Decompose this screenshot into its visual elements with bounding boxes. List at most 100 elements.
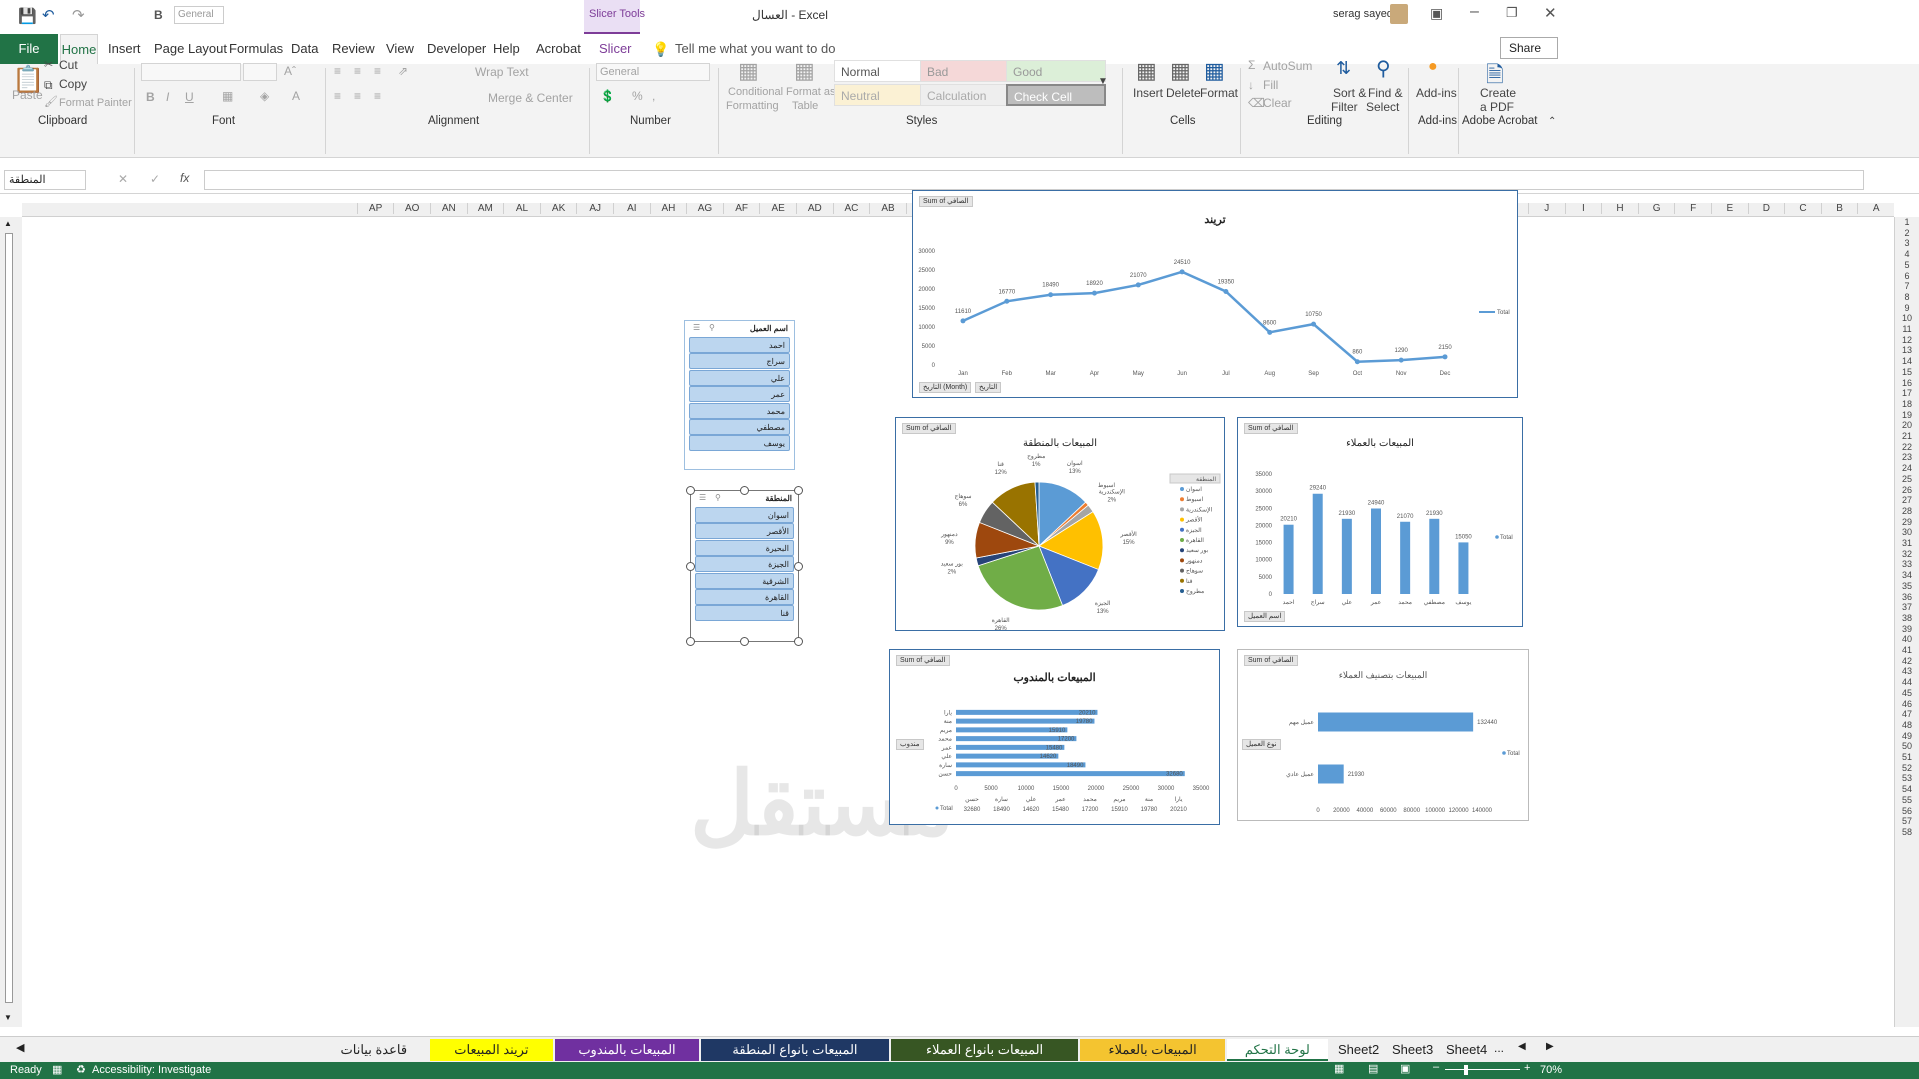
bar[interactable] [1341, 518, 1352, 594]
conditional-formatting-button-2[interactable]: Formatting [726, 100, 779, 112]
collapse-ribbon-icon[interactable]: ⌃ [1548, 116, 1556, 127]
chart-region-pie[interactable]: Sum of الصافي المبيعات بالمنطقة اسوان 13%… [895, 417, 1225, 631]
tab-developer[interactable]: Developer [427, 34, 486, 64]
sheet-tab[interactable]: المبيعات بالعملاء [1080, 1039, 1225, 1061]
data-point[interactable] [1223, 288, 1229, 294]
bar[interactable] [956, 718, 1095, 724]
column-header-cell[interactable]: AK [539, 203, 577, 214]
row-header-cell[interactable]: 38 [1895, 613, 1919, 623]
data-point[interactable] [1442, 354, 1448, 360]
find-select-icon[interactable]: ⚲ [1376, 56, 1391, 81]
align-bottom-icon[interactable]: ≡ [374, 64, 381, 78]
column-header-cell[interactable]: D [1747, 203, 1785, 214]
data-point[interactable] [1398, 357, 1404, 363]
formula-input[interactable] [204, 170, 1864, 190]
row-header-cell[interactable]: 37 [1895, 602, 1919, 612]
data-point[interactable] [1048, 292, 1054, 298]
row-header-cell[interactable]: 33 [1895, 559, 1919, 569]
column-header-cell[interactable]: AF [722, 203, 760, 214]
fill-button[interactable]: Fill [1263, 78, 1278, 92]
row-header-cell[interactable]: 35 [1895, 581, 1919, 591]
minimize-icon[interactable]: – [1470, 3, 1479, 21]
sheet-tab[interactable]: لوحة التحكم [1226, 1039, 1328, 1061]
conditional-formatting-icon[interactable]: ▦ [738, 58, 759, 84]
row-header-cell[interactable]: 47 [1895, 709, 1919, 719]
multi-select-icon[interactable]: ☰ [693, 323, 700, 332]
multi-select-icon[interactable]: ☰ [699, 493, 706, 502]
tab-view[interactable]: View [386, 34, 414, 64]
accessibility-icon[interactable]: ♻ [76, 1063, 86, 1076]
column-header-cell[interactable]: B [1820, 203, 1858, 214]
filter-customer-type[interactable]: نوع العميل [1242, 739, 1281, 750]
row-header-cell[interactable]: 8 [1895, 292, 1919, 302]
format-table-icon[interactable]: ▦ [794, 58, 815, 84]
column-header-cell[interactable]: F [1674, 203, 1711, 214]
font-color-icon[interactable]: A [292, 89, 300, 103]
align-left-icon[interactable]: ≡ [334, 89, 341, 103]
column-header-cell[interactable]: I [1564, 203, 1602, 214]
format-cells-button[interactable]: Format [1200, 86, 1238, 100]
name-box[interactable]: المنطقة [4, 170, 86, 190]
prev-sheet-icon[interactable]: ◀ [1518, 1041, 1526, 1052]
slicer-item[interactable]: علي [689, 369, 790, 386]
slicer-item[interactable]: الجيزة [695, 556, 794, 573]
row-header-cell[interactable]: 45 [1895, 688, 1919, 698]
bar[interactable] [1312, 493, 1323, 594]
column-header-cell[interactable]: A [1857, 203, 1894, 214]
fill-icon[interactable]: ↓ [1248, 78, 1254, 92]
insert-cells-icon[interactable]: ▦ [1136, 58, 1157, 84]
copy-button[interactable]: Copy [59, 77, 87, 91]
cut-icon[interactable]: ✂ [44, 58, 53, 71]
column-header-cell[interactable]: AC [832, 203, 870, 214]
data-point[interactable] [960, 318, 966, 324]
format-cells-icon[interactable]: ▦ [1204, 58, 1225, 84]
row-header-cell[interactable]: 18 [1895, 399, 1919, 409]
data-point[interactable] [1004, 298, 1010, 304]
row-header-cell[interactable]: 16 [1895, 378, 1919, 388]
row-header-cell[interactable]: 50 [1895, 741, 1919, 751]
close-icon[interactable]: ✕ [1544, 4, 1557, 22]
row-header-cell[interactable]: 55 [1895, 795, 1919, 805]
row-header-cell[interactable]: 2 [1895, 228, 1919, 238]
insert-function-icon[interactable]: fx [180, 171, 189, 185]
chart-trend[interactable]: Sum of الصافي تريند 0 5000 10000 15000 20000… [912, 190, 1518, 398]
row-header-cell[interactable]: 46 [1895, 699, 1919, 709]
resize-handle[interactable] [686, 562, 695, 571]
row-header-cell[interactable]: 15 [1895, 367, 1919, 377]
clear-button[interactable]: Clear [1263, 96, 1292, 110]
font-size-box[interactable] [243, 63, 277, 81]
row-header-cell[interactable]: 12 [1895, 335, 1919, 345]
cut-button[interactable]: Cut [59, 58, 78, 72]
styles-more-icon[interactable]: ▼ [1098, 76, 1108, 87]
slicer-region[interactable]: المنطقة ☰ ⚲ اسوان الأقصر البحيرة الجيزة الشر… [686, 486, 803, 646]
style-bad[interactable]: Bad [920, 60, 1020, 82]
sort-filter-button-2[interactable]: Filter [1331, 100, 1358, 114]
percent-icon[interactable]: % [632, 89, 643, 103]
slicer-item[interactable]: يوسف [689, 435, 790, 452]
slicer-item[interactable]: احمد [689, 337, 790, 353]
column-header-cell[interactable]: AB [869, 203, 906, 214]
sheet-tab[interactable]: المبيعات بالمندوب [554, 1039, 700, 1061]
chart-classification-hbar[interactable]: Sum of الصافي المبيعات بتصنيف العملاء 21… [1237, 649, 1529, 821]
column-header-cell[interactable]: AL [503, 203, 540, 214]
slicer-item[interactable]: قنا [695, 605, 794, 622]
filter-date[interactable]: التاريخ [975, 382, 1002, 393]
slicer-item[interactable]: محمد [689, 402, 790, 419]
bar[interactable] [1400, 521, 1411, 594]
style-calculation[interactable]: Calculation [920, 84, 1020, 106]
bar[interactable] [956, 709, 1098, 715]
slicer-item[interactable]: عمر [689, 386, 790, 403]
row-header-cell[interactable]: 31 [1895, 538, 1919, 548]
column-header-cell[interactable]: AD [796, 203, 833, 214]
style-normal[interactable]: Normal [834, 60, 934, 82]
resize-handle[interactable] [794, 486, 803, 495]
avatar[interactable] [1390, 4, 1408, 24]
resize-handle[interactable] [794, 637, 803, 646]
zoom-slider[interactable] [1445, 1069, 1520, 1070]
merge-center-button[interactable]: Merge & Center [488, 91, 573, 105]
comma-icon[interactable]: , [652, 89, 655, 103]
tab-data[interactable]: Data [291, 34, 318, 64]
slicer-customer[interactable]: اسم العميل ☰ ⚲ احمد سراج علي عمر محمد مصطفي يو… [684, 320, 795, 470]
paste-button[interactable]: Paste [12, 88, 43, 102]
tab-formulas[interactable]: Formulas [229, 34, 283, 64]
